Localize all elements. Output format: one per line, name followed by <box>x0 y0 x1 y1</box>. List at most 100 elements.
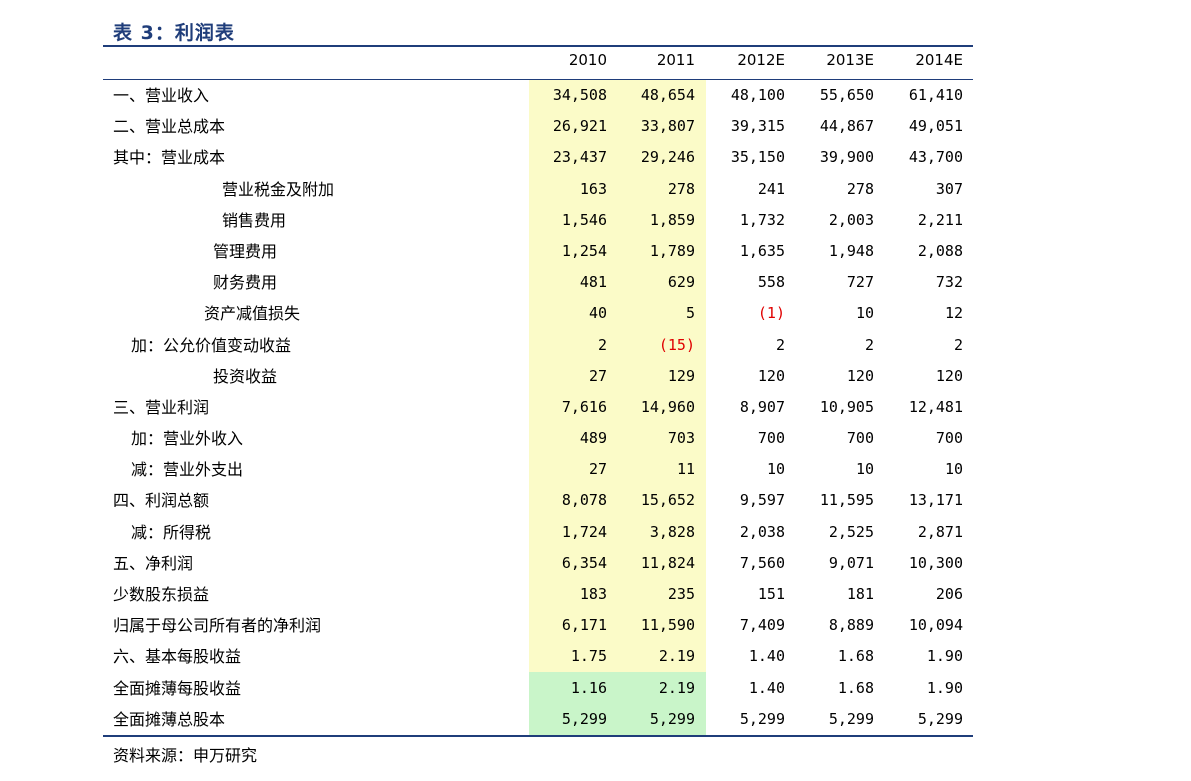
row-label: 减：营业外支出 <box>131 460 244 480</box>
table-row: 全面摊薄总股本 5,299 5,299 5,299 5,299 5,299 <box>0 704 1191 735</box>
table-title: 表 3：利润表 <box>113 22 235 44</box>
row-label: 六、基本每股收益 <box>113 647 242 667</box>
bottom-rule <box>103 735 973 737</box>
header-2012e: 2012E <box>737 51 785 69</box>
cell-value: 2 <box>775 335 785 354</box>
cell-value: 235 <box>667 585 695 603</box>
table-row: 资产减值损失 40 5 (1) 10 12 <box>0 298 1191 329</box>
cell-value: 39,315 <box>730 117 785 136</box>
cell-value: 61,410 <box>908 86 963 104</box>
cell-value: 481 <box>579 273 607 292</box>
cell-value: 5,299 <box>917 709 963 728</box>
cell-value: 33,807 <box>640 117 695 136</box>
cell-value: 700 <box>757 429 785 448</box>
row-label: 加：公允价值变动收益 <box>131 335 292 355</box>
row-label: 投资收益 <box>213 366 278 386</box>
cell-value: 15,652 <box>640 491 695 510</box>
income-statement-table: 一、营业收入 34,508 48,654 48,100 55,650 61,410 二、营业… <box>0 80 1191 735</box>
cell-value: 183 <box>579 585 607 603</box>
cell-value: 12,481 <box>908 397 963 416</box>
table-row: 一、营业收入 34,508 48,654 48,100 55,650 61,410 <box>0 80 1191 111</box>
cell-value: 39,900 <box>819 148 874 167</box>
cell-value: 10 <box>944 460 963 479</box>
row-label: 管理费用 <box>213 241 278 261</box>
cell-value: 13,171 <box>908 491 963 510</box>
row-label: 五、净利润 <box>113 553 194 573</box>
table-row: 加：营业外收入 489 703 700 700 700 <box>0 423 1191 454</box>
source-note: 资料来源：申万研究 <box>113 746 258 765</box>
cell-value: 10 <box>855 460 874 479</box>
header-2013e: 2013E <box>826 51 874 69</box>
row-label: 全面摊薄每股收益 <box>113 678 242 698</box>
cell-value: 1.68 <box>837 647 874 666</box>
row-label: 一、营业收入 <box>113 86 210 105</box>
cell-value: 1,724 <box>561 522 607 541</box>
cell-value: 278 <box>846 179 874 198</box>
cell-value: 1.16 <box>570 678 607 697</box>
table-row: 二、营业总成本 26,921 33,807 39,315 44,867 49,051 <box>0 111 1191 142</box>
cell-value: 11 <box>676 460 695 479</box>
header-2014e: 2014E <box>915 51 963 69</box>
cell-value: 7,560 <box>739 553 785 572</box>
table-row: 加：公允价值变动收益 2 (15) 2 2 2 <box>0 330 1191 361</box>
cell-value: 1.90 <box>926 678 963 697</box>
cell-value: 11,595 <box>819 491 874 510</box>
cell-value: 11,824 <box>640 553 695 572</box>
cell-value: 206 <box>935 585 963 603</box>
row-label: 减：所得税 <box>131 522 212 542</box>
table-row: 销售费用 1,546 1,859 1,732 2,003 2,211 <box>0 205 1191 236</box>
cell-value: 732 <box>935 273 963 292</box>
cell-value: 27 <box>588 366 607 385</box>
cell-value: 55,650 <box>819 86 874 104</box>
cell-value: 629 <box>667 273 695 292</box>
header-2010: 2010 <box>568 51 607 69</box>
cell-value: 8,889 <box>828 616 874 635</box>
cell-value: 120 <box>757 366 785 385</box>
cell-value: 7,409 <box>739 616 785 635</box>
top-rule <box>103 45 973 47</box>
cell-value: 120 <box>846 366 874 385</box>
cell-value: 2 <box>597 335 607 354</box>
cell-value: 48,654 <box>640 86 695 104</box>
table-row: 全面摊薄每股收益 1.16 2.19 1.40 1.68 1.90 <box>0 673 1191 704</box>
row-label: 四、利润总额 <box>113 491 210 511</box>
cell-value: 10 <box>855 304 874 323</box>
cell-value: 1,859 <box>649 210 695 229</box>
cell-value: (1) <box>757 304 785 323</box>
cell-value: 151 <box>757 585 785 603</box>
cell-value: 727 <box>846 273 874 292</box>
cell-value: 1.40 <box>748 678 785 697</box>
row-label: 全面摊薄总股本 <box>113 709 226 729</box>
row-label: 营业税金及附加 <box>222 179 335 199</box>
cell-value: 29,246 <box>640 148 695 167</box>
cell-value: 163 <box>579 179 607 198</box>
cell-value: 8,078 <box>561 491 607 510</box>
cell-value: 241 <box>757 179 785 198</box>
table-row: 减：所得税 1,724 3,828 2,038 2,525 2,871 <box>0 517 1191 548</box>
cell-value: 9,071 <box>828 553 874 572</box>
cell-value: 2.19 <box>658 678 695 697</box>
cell-value: (15) <box>658 335 695 354</box>
cell-value: 35,150 <box>730 148 785 167</box>
cell-value: 34,508 <box>552 86 607 104</box>
cell-value: 5,299 <box>828 709 874 728</box>
cell-value: 49,051 <box>908 117 963 136</box>
row-label: 资产减值损失 <box>204 304 301 324</box>
table-row: 财务费用 481 629 558 727 732 <box>0 267 1191 298</box>
row-label: 归属于母公司所有者的净利润 <box>113 616 322 636</box>
cell-value: 9,597 <box>739 491 785 510</box>
cell-value: 2 <box>864 335 874 354</box>
table-row: 五、净利润 6,354 11,824 7,560 9,071 10,300 <box>0 548 1191 579</box>
cell-value: 1,732 <box>739 210 785 229</box>
cell-value: 48,100 <box>730 86 785 104</box>
cell-value: 1,546 <box>561 210 607 229</box>
cell-value: 2.19 <box>658 647 695 666</box>
cell-value: 12 <box>944 304 963 323</box>
cell-value: 307 <box>935 179 963 198</box>
cell-value: 2,525 <box>828 522 874 541</box>
cell-value: 1,254 <box>561 241 607 260</box>
cell-value: 1.40 <box>748 647 785 666</box>
cell-value: 2 <box>953 335 963 354</box>
cell-value: 10,094 <box>908 616 963 635</box>
cell-value: 44,867 <box>819 117 874 136</box>
